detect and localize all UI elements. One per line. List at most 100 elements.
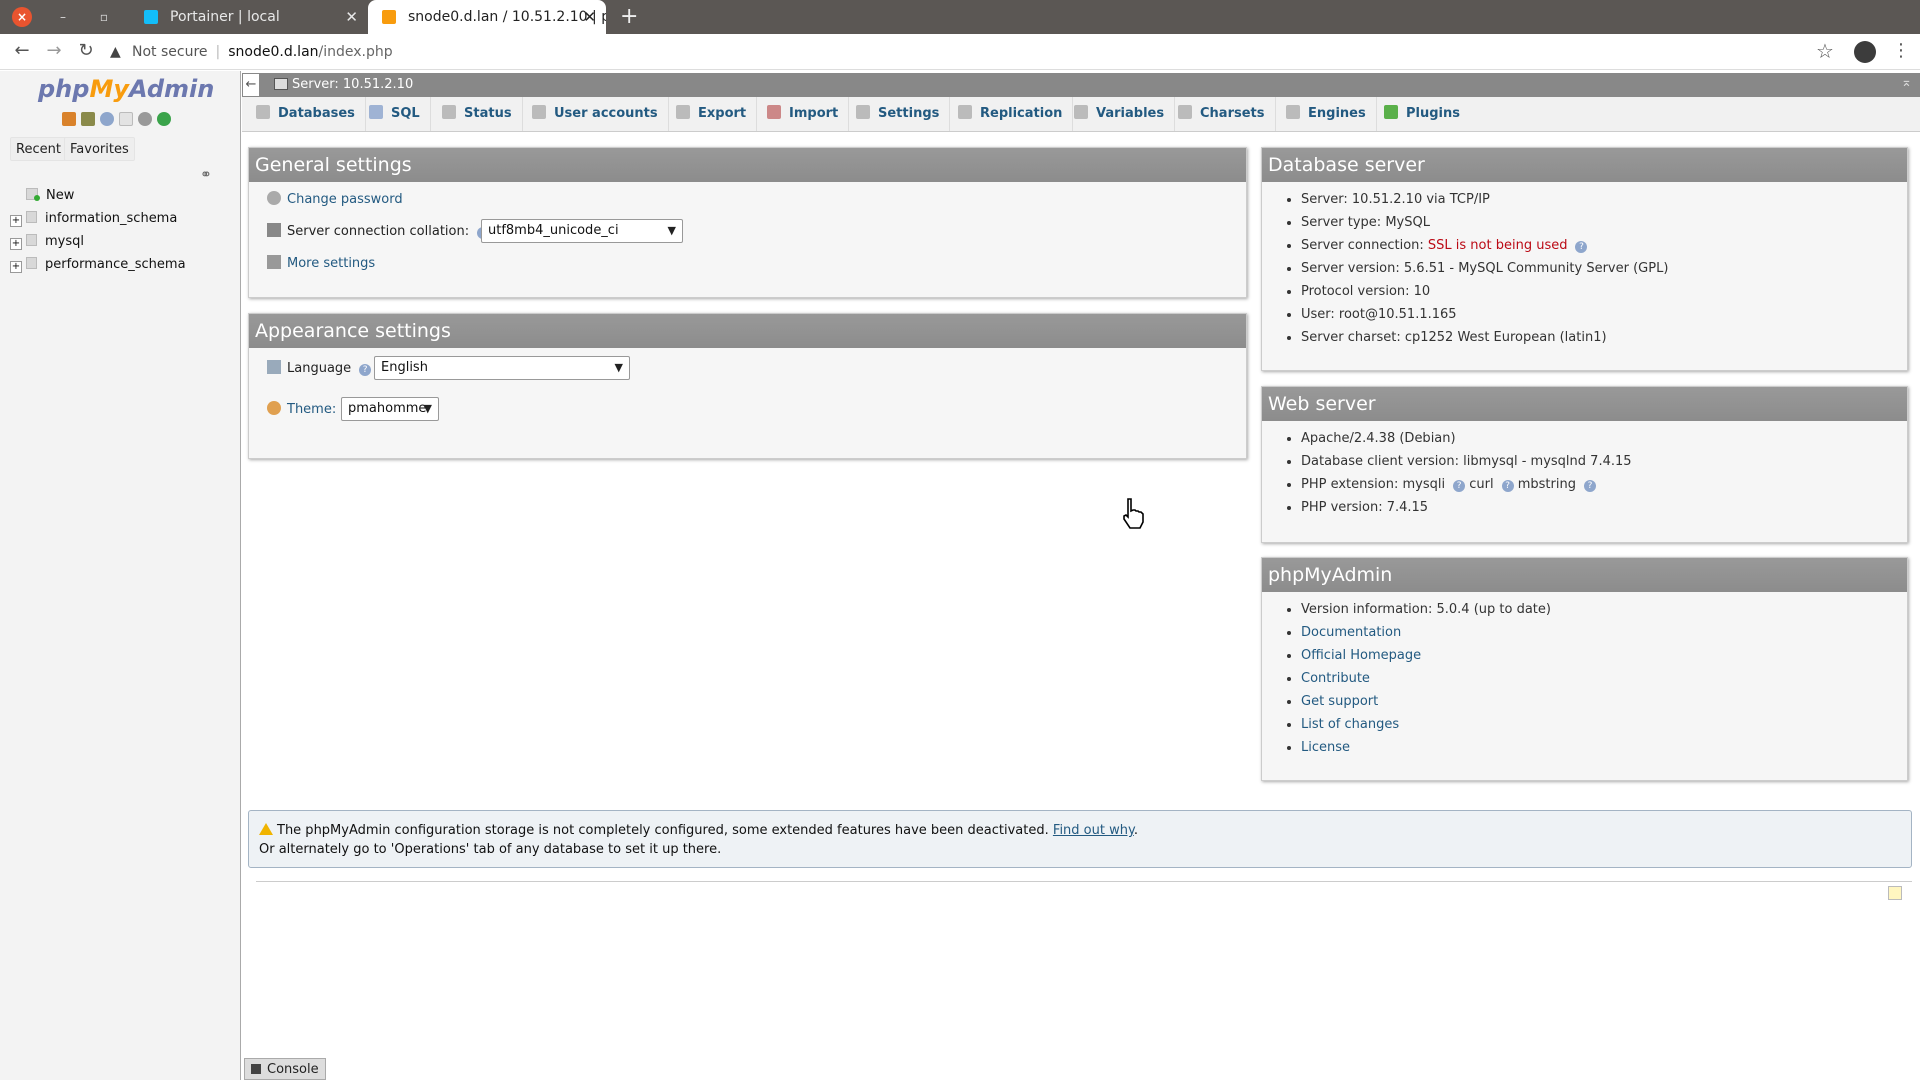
web-server-panel: Web server Apache/2.4.38 (Debian) Databa… (1261, 386, 1908, 543)
tab-charsets[interactable]: Charsets (1164, 97, 1276, 131)
theme-link[interactable]: Theme: (287, 402, 336, 417)
tab-sql[interactable]: SQL (355, 97, 431, 131)
chevron-down-icon: ▼ (614, 361, 623, 374)
server-breadcrumb[interactable]: Server: 10.51.2.10 (274, 77, 413, 92)
collation-label: Server connection collation: (287, 224, 470, 239)
get-support-link[interactable]: Get support (1301, 694, 1378, 709)
database-server-panel: Database server Server: 10.51.2.10 via T… (1261, 147, 1908, 371)
help-icon[interactable]: ? (1575, 241, 1588, 253)
refresh-icon[interactable] (157, 112, 171, 126)
tab-engines[interactable]: Engines (1272, 97, 1377, 131)
tree-item-label: performance_schema (45, 257, 186, 272)
tree-item-mysql[interactable]: + mysql (10, 232, 84, 252)
documentation-link[interactable]: Documentation (1301, 625, 1401, 640)
collapse-top-menu-icon[interactable]: ⌅ (1901, 75, 1912, 90)
list-of-changes-link[interactable]: List of changes (1301, 717, 1399, 732)
browser-menu-icon[interactable]: ⋮ (1892, 40, 1910, 61)
warning-icon (259, 823, 273, 835)
security-label: Not secure (132, 44, 208, 60)
help-icon[interactable] (100, 112, 114, 126)
tab-label: Replication (980, 106, 1063, 121)
browser-tab-portainer[interactable]: Portainer | local ✕ (130, 0, 368, 34)
link-with-main-panel-icon[interactable]: ⚭ (200, 167, 212, 183)
collation-select[interactable]: utf8mb4_unicode_ci ▼ (481, 219, 683, 243)
tree-item-information-schema[interactable]: + information_schema (10, 209, 177, 229)
tab-replication[interactable]: Replication (944, 97, 1074, 131)
panel-title: Appearance settings (249, 314, 1246, 348)
collation-row: Server connection collation:? (267, 223, 490, 239)
phpmyadmin-logo[interactable]: phpMyAdmin (38, 75, 214, 103)
profile-avatar-icon[interactable] (1854, 41, 1876, 63)
tab-variables[interactable]: Variables (1060, 97, 1176, 131)
tab-export[interactable]: Export (662, 97, 758, 131)
tab-close-icon[interactable]: ✕ (345, 0, 358, 34)
tab-databases[interactable]: Databases (242, 97, 366, 131)
list-item: Protocol version: 10 (1301, 280, 1907, 303)
notes-icon[interactable] (1888, 886, 1902, 900)
php-extension-curl: curl (1469, 477, 1494, 492)
tab-plugins[interactable]: Plugins (1370, 97, 1470, 131)
list-item: PHP extension: mysqli? curl? mbstring? (1301, 473, 1907, 496)
help-icon[interactable]: ? (359, 364, 372, 376)
portainer-favicon-icon (144, 10, 158, 24)
window-minimize-button[interactable]: – (53, 7, 73, 27)
help-icon[interactable]: ? (1453, 480, 1466, 492)
tab-user-accounts[interactable]: User accounts (518, 97, 669, 131)
more-settings-link[interactable]: More settings (287, 256, 375, 271)
tab-status[interactable]: Status (428, 97, 523, 131)
window-maximize-button[interactable]: ▫ (94, 7, 114, 27)
contribute-link[interactable]: Contribute (1301, 671, 1370, 686)
expand-icon[interactable]: + (10, 238, 22, 250)
forward-arrow-icon[interactable]: → (42, 40, 66, 61)
language-select[interactable]: English ▼ (374, 356, 630, 380)
help-icon[interactable]: ? (1501, 480, 1514, 492)
browser-tab-phpmyadmin[interactable]: snode0.d.lan / 10.51.2.10 | php ✕ (368, 0, 606, 34)
theme-value: pmahomme (348, 401, 427, 416)
url-path: /index.php (318, 44, 393, 60)
tab-label: Settings (878, 106, 940, 121)
server-breadcrumb-bar: ← Server: 10.51.2.10 ⌅ (242, 73, 1920, 97)
gear-icon[interactable] (138, 112, 152, 126)
bookmark-star-icon[interactable]: ☆ (1816, 39, 1834, 63)
recent-tab[interactable]: Recent (10, 137, 67, 161)
tab-import[interactable]: Import (753, 97, 850, 131)
collapse-navigation-button[interactable]: ← (242, 73, 260, 97)
tab-title: snode0.d.lan / 10.51.2.10 | php (408, 9, 606, 25)
official-homepage-link[interactable]: Official Homepage (1301, 648, 1421, 663)
change-password-link[interactable]: Change password (287, 192, 403, 207)
navigation-panel: phpMyAdmin Recent Favorites ⚭ New + infor… (0, 71, 241, 1080)
window-close-button[interactable]: × (12, 7, 32, 27)
language-value: English (381, 360, 428, 375)
php-extension-label: PHP extension: mysqli (1301, 477, 1446, 492)
palette-icon (267, 401, 281, 415)
help-icon[interactable]: ? (1583, 480, 1596, 492)
license-link[interactable]: License (1301, 740, 1350, 755)
theme-select[interactable]: pmahomme ▼ (341, 397, 439, 421)
more-settings-row: More settings (267, 255, 375, 271)
console-toggle-button[interactable]: Console (244, 1058, 326, 1080)
language-label: Language (287, 361, 352, 376)
general-settings-panel: General settings Change password Server … (248, 147, 1247, 298)
address-bar[interactable]: ▲ Not secure | snode0.d.lan/index.php (110, 37, 1850, 67)
expand-icon[interactable]: + (10, 261, 22, 273)
tree-item-performance-schema[interactable]: + performance_schema (10, 255, 186, 275)
sql-query-icon[interactable] (81, 112, 95, 126)
phpmyadmin-favicon-icon (382, 10, 396, 24)
main-menu: Databases SQL Status User accounts Expor… (242, 97, 1920, 132)
back-arrow-icon[interactable]: ← (10, 40, 34, 61)
expand-icon[interactable]: + (10, 215, 22, 227)
notice-text: The phpMyAdmin configuration storage is … (277, 823, 1049, 838)
home-icon[interactable] (62, 112, 76, 126)
list-item: Server connection: SSL is not being used… (1301, 234, 1907, 257)
charsets-icon (1178, 105, 1192, 119)
find-out-why-link[interactable]: Find out why (1053, 823, 1134, 838)
new-tab-button[interactable]: + (620, 5, 638, 29)
tree-item-label: mysql (45, 234, 84, 249)
documentation-icon[interactable] (119, 112, 133, 126)
favorites-tab[interactable]: Favorites (64, 137, 135, 161)
tab-close-icon[interactable]: ✕ (583, 0, 596, 34)
reload-icon[interactable]: ↻ (74, 40, 98, 61)
tab-settings[interactable]: Settings (842, 97, 951, 131)
tree-item-new[interactable]: New (10, 186, 74, 206)
quick-icons (62, 112, 176, 128)
